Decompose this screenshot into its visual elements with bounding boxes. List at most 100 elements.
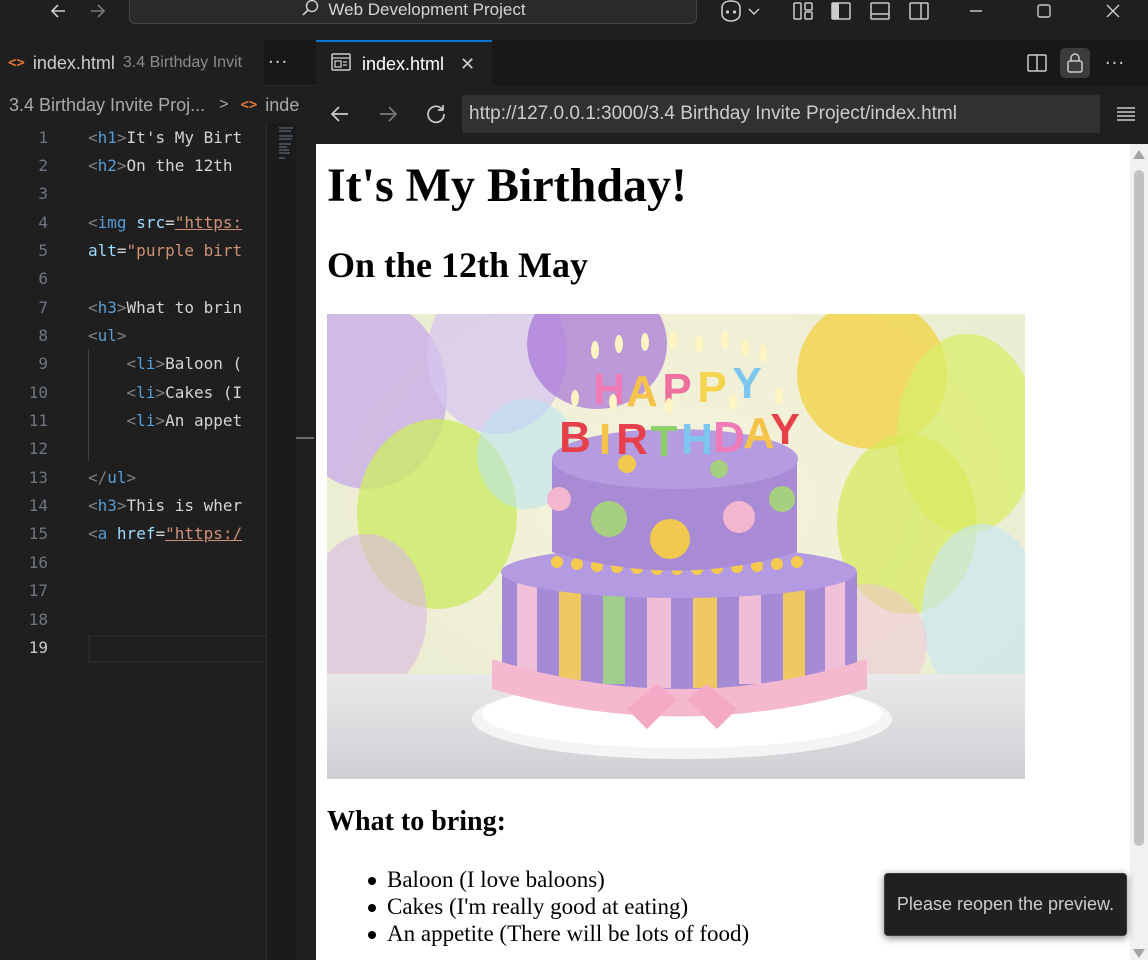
code-text: It's My Birt: [126, 127, 243, 147]
chevron-down-icon[interactable]: [746, 0, 762, 22]
breadcrumb-file[interactable]: inde: [265, 95, 299, 116]
minimize-icon[interactable]: [962, 0, 990, 22]
line-number: 1: [38, 127, 48, 147]
breadcrumb-folder[interactable]: 3.4 Birthday Invite Proj...: [9, 95, 205, 116]
search-icon: [300, 0, 320, 23]
line-number: 13: [28, 467, 48, 487]
line-number: 12: [28, 438, 48, 458]
arrow-right-icon[interactable]: [84, 0, 110, 22]
line-number-active: 19: [28, 637, 48, 657]
code-string: "https:/: [165, 523, 243, 543]
svg-text:B: B: [559, 413, 591, 462]
split-editor-icon[interactable]: [1022, 48, 1052, 78]
page-heading-2: On the 12th May: [327, 245, 588, 285]
forward-arrow-icon[interactable]: [374, 100, 402, 128]
birthday-cake-image: H A P P Y B I R T H D A Y: [327, 314, 1025, 779]
svg-text:H: H: [681, 415, 713, 464]
line-number: 7: [38, 297, 48, 317]
toggle-secondary-sidebar-icon[interactable]: [906, 0, 932, 22]
editor-split-sash[interactable]: [296, 437, 314, 439]
more-actions-icon[interactable]: ···: [268, 52, 288, 73]
list-item: An appetite (There will be lots of food): [327, 920, 749, 947]
arrow-left-icon[interactable]: [46, 0, 72, 22]
code-text: An appet: [165, 410, 243, 430]
code-attr: href: [116, 523, 156, 543]
svg-text:T: T: [651, 417, 678, 466]
svg-text:R: R: [616, 415, 648, 464]
tab-description: 3.4 Birthday Invit: [122, 54, 243, 71]
code-attr: alt: [88, 240, 117, 260]
bring-list: Baloon (I love baloons) Cakes (I'm reall…: [327, 866, 749, 947]
list-item: Cakes (I'm really good at eating): [327, 893, 749, 920]
code-text: Baloon (: [165, 353, 243, 373]
command-center-label: Web Development Project: [328, 0, 526, 19]
tab-label: index.html: [362, 53, 445, 74]
page-heading-3: What to bring:: [327, 806, 506, 837]
line-number: 5: [38, 240, 48, 260]
code-string: "purple birt: [126, 240, 243, 260]
chevron-right-icon: >: [219, 96, 229, 113]
lock-group-icon[interactable]: [1060, 48, 1090, 78]
back-arrow-icon[interactable]: [326, 100, 354, 128]
code-editor[interactable]: 1 <h1>It's My Birt 2 <h2>On the 12th 3 4…: [0, 123, 316, 960]
code-text: Cakes (I: [165, 382, 243, 402]
page-heading-1: It's My Birthday!: [327, 159, 687, 212]
layout-icon[interactable]: [790, 0, 816, 22]
command-center-search[interactable]: Web Development Project: [129, 0, 697, 24]
code-attr: src: [136, 212, 166, 232]
line-number: 17: [28, 580, 48, 600]
code-text: This is wher: [126, 495, 243, 515]
line-number: 6: [38, 268, 48, 288]
tab-index-html-preview[interactable]: index.html ✕: [316, 40, 492, 86]
scroll-thumb[interactable]: [1134, 170, 1144, 846]
html-file-icon: <>: [8, 55, 25, 71]
code-text: On the 12th: [126, 155, 233, 175]
left-editor-tabs: <> index.html 3.4 Birthday Invit ···: [0, 40, 316, 86]
toggle-panel-icon[interactable]: [867, 0, 893, 22]
tab-index-html-source[interactable]: <> index.html 3.4 Birthday Invit: [0, 40, 264, 86]
browser-preview-icon: [330, 52, 352, 76]
svg-text:P: P: [697, 363, 726, 412]
code-text: What to brin: [126, 297, 243, 317]
line-number: 3: [38, 183, 48, 203]
reload-icon[interactable]: [422, 100, 450, 128]
svg-text:A: A: [626, 367, 658, 416]
line-number: 2: [38, 155, 48, 175]
hamburger-menu-icon[interactable]: [1112, 100, 1140, 128]
tab-label: index.html: [32, 52, 115, 73]
line-number: 16: [28, 552, 48, 572]
maximize-icon[interactable]: [1030, 0, 1058, 22]
close-icon[interactable]: [1099, 0, 1127, 22]
url-input[interactable]: http://127.0.0.1:3000/3.4 Birthday Invit…: [462, 95, 1100, 133]
line-number: 15: [28, 523, 48, 543]
page-scrollbar[interactable]: [1130, 144, 1148, 960]
line-number: 8: [38, 325, 48, 345]
svg-text:H: H: [593, 365, 625, 414]
svg-text:I: I: [599, 415, 611, 464]
svg-text:Y: Y: [770, 405, 799, 454]
right-editor-tabs: index.html ✕ ···: [316, 40, 1148, 86]
scroll-down-arrow-icon[interactable]: [1133, 949, 1145, 958]
line-number: 14: [28, 495, 48, 515]
line-number: 11: [28, 410, 48, 430]
minimap[interactable]: [266, 123, 296, 960]
rendered-webpage: It's My Birthday! On the 12th May H A P …: [316, 144, 1148, 960]
line-number: 9: [38, 353, 48, 373]
copilot-icon[interactable]: [716, 0, 746, 22]
browser-toolbar: http://127.0.0.1:3000/3.4 Birthday Invit…: [316, 86, 1148, 144]
line-number: 4: [38, 212, 48, 232]
line-number: 10: [28, 382, 48, 402]
breadcrumb: 3.4 Birthday Invite Proj... > <> inde: [0, 87, 316, 123]
code-string: "https:: [174, 212, 243, 232]
line-number: 18: [28, 609, 48, 629]
close-tab-icon[interactable]: ✕: [460, 54, 475, 75]
notification-toast[interactable]: Please reopen the preview.: [884, 873, 1127, 936]
more-actions-icon[interactable]: ···: [1100, 48, 1130, 78]
scroll-up-arrow-icon[interactable]: [1133, 150, 1145, 159]
toggle-primary-sidebar-icon[interactable]: [828, 0, 854, 22]
svg-text:D: D: [713, 413, 745, 462]
editor-scrollbar[interactable]: [296, 123, 316, 960]
list-item: Baloon (I love baloons): [327, 866, 749, 893]
html-file-icon: <>: [240, 97, 258, 113]
title-bar: Web Development Project: [0, 0, 1148, 34]
